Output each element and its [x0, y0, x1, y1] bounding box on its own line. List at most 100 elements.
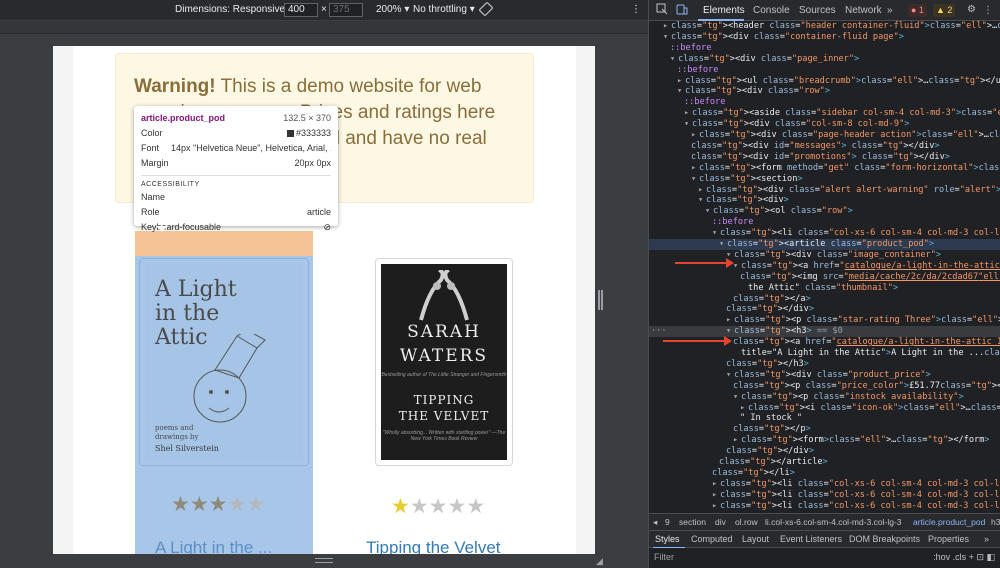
dom-node-row[interactable]: class="tg"></p>	[649, 424, 1000, 435]
dom-node-row[interactable]: ▸ class="tg"><i class="icon-ok">class="el…	[649, 403, 1000, 414]
dom-node-row[interactable]: ▸ class="tg"><form>class="ell">…class="tg…	[649, 435, 1000, 446]
dom-node-row[interactable]: ▾ class="tg"><div class="page_inner">	[649, 54, 1000, 65]
dom-node-row[interactable]: ▾ class="tg"><div class="col-sm-8 col-md-…	[649, 119, 1000, 130]
tab-event-listeners[interactable]: Event Listeners	[780, 531, 842, 547]
dom-node-row[interactable]: ▾ class="tg"><div class="container-fluid …	[649, 32, 1000, 43]
star-icon: ★	[227, 493, 247, 516]
throttling-dropdown[interactable]: No throttling ▾	[413, 4, 475, 15]
dimensions-dropdown[interactable]: Dimensions: Responsive ▾	[175, 4, 293, 15]
inspect-element-icon[interactable]	[656, 3, 668, 18]
expand-toggle-icon: ▸	[740, 402, 746, 413]
cover-illustration	[193, 334, 266, 423]
dom-node-row[interactable]: ▾ class="tg"><section>	[649, 174, 1000, 185]
dom-node-row[interactable]: ::before	[649, 65, 1000, 76]
star-icon: ★	[428, 495, 448, 518]
dom-node-row[interactable]: class="tg"></li>	[649, 468, 1000, 479]
dom-node-row[interactable]: ::before	[649, 97, 1000, 108]
error-count-badge[interactable]: ● 1	[908, 4, 927, 17]
rotate-icon[interactable]	[479, 2, 493, 19]
dom-node-row[interactable]: ▸ class="tg"><aside class="sidebar col-sm…	[649, 108, 1000, 119]
tooltip-name-label: Name	[141, 192, 166, 202]
dom-node-row[interactable]: class="tg"><p class="price_color">£51.77…	[649, 381, 1000, 392]
breadcrumb-back-icon[interactable]: ◂	[653, 514, 657, 530]
zoom-dropdown[interactable]: 200% ▾	[376, 4, 409, 15]
dom-node-row[interactable]: class="tg"><div id="messages"> class="tg…	[649, 141, 1000, 152]
expand-toggle-icon: ▸	[733, 435, 739, 446]
dom-node-row[interactable]: ▸ class="tg"><header class="header contai…	[649, 21, 1000, 32]
dom-node-row[interactable]: the Attic" class="thumbnail">	[649, 283, 1000, 294]
breadcrumb-item[interactable]: section	[679, 514, 706, 530]
expand-toggle-icon: ▸	[684, 108, 690, 119]
viewport-width-input[interactable]: 400	[284, 3, 318, 17]
device-toggle-icon[interactable]	[676, 3, 688, 18]
dom-node-row[interactable]: class="tg"></a>	[649, 294, 1000, 305]
styles-toolbar[interactable]: :hov .cls + ⊡ ◧	[933, 548, 995, 566]
dom-node-row[interactable]: ▸ class="tg"><div class="alert alert-warn…	[649, 185, 1000, 196]
devtools-menu-icon[interactable]: ⋮	[983, 5, 993, 16]
styles-filter-input[interactable]: Filter	[654, 548, 674, 566]
breadcrumb-item[interactable]: h3	[991, 514, 1000, 530]
dom-node-row[interactable]: ::before	[649, 43, 1000, 54]
tab-console[interactable]: Console	[753, 5, 790, 16]
dom-node-row[interactable]: ::before	[649, 217, 1000, 228]
resize-handle-bottom[interactable]	[315, 558, 333, 563]
tab-sources[interactable]: Sources	[799, 5, 836, 16]
warning-count-badge[interactable]: ▲ 2	[933, 4, 956, 17]
breadcrumb-item[interactable]: li.col-xs-6.col-sm-4.col-md-3.col-lg-3	[765, 514, 902, 530]
expand-toggle-icon: ▸	[698, 184, 704, 195]
dom-node-row[interactable]: ▾ class="tg"><div class="row">	[649, 86, 1000, 97]
tooltip-color-label: Color	[141, 128, 163, 138]
dom-node-row[interactable]: " In stock "	[649, 413, 1000, 424]
tab-styles[interactable]: Styles	[655, 531, 680, 547]
more-subtabs-icon[interactable]: »	[984, 531, 989, 547]
dom-node-row[interactable]: ▸ class="tg"><li class="col-xs-6 col-sm-4…	[649, 501, 1000, 512]
product-thumbnail-link[interactable]: SARAH WATERS Bestselling author of The Li…	[375, 258, 513, 466]
dom-node-row[interactable]: class="tg"></h3>	[649, 359, 1000, 370]
dom-node-row[interactable]: ▸ class="tg"><div class="page-header acti…	[649, 130, 1000, 141]
dom-node-row[interactable]: class="tg"><img src="media/cache/2c/da/2…	[649, 272, 1000, 283]
product-thumbnail-link[interactable]: A Light in the Attic poems and drawings …	[139, 258, 309, 466]
dom-node-row[interactable]: ▸ class="tg"><p class="star-rating Three"…	[649, 315, 1000, 326]
dom-node-row[interactable]: ▸ class="tg"><form method="get" class="fo…	[649, 163, 1000, 174]
viewport-height-input[interactable]: 375	[329, 3, 363, 17]
dom-node-row[interactable]: ▾ class="tg"><article class="product_pod"…	[649, 239, 1000, 250]
expand-toggle-icon: ▸	[691, 162, 697, 173]
dom-node-row[interactable]: class="tg"></article>	[649, 457, 1000, 468]
dom-node-row[interactable]: ▸ class="tg"><ul class="breadcrumb">class…	[649, 76, 1000, 87]
product-title-link[interactable]: A Light in the ...	[155, 538, 272, 554]
tab-dom-breakpoints[interactable]: DOM Breakpoints	[849, 531, 920, 547]
breadcrumb-item[interactable]: 9	[665, 514, 670, 530]
resize-corner-icon[interactable]: ◢	[596, 556, 603, 567]
tab-layout[interactable]: Layout	[742, 531, 769, 547]
more-tabs-icon[interactable]: »	[887, 5, 893, 16]
dom-node-row[interactable]: class="tg"><div id="promotions"> class="…	[649, 152, 1000, 163]
breadcrumb-item[interactable]: ol.row	[735, 514, 758, 530]
dom-node-row[interactable]: class="tg"></div>	[649, 446, 1000, 457]
breadcrumb-item[interactable]: div	[715, 514, 726, 530]
dom-node-row[interactable]: ··· ▾ class="tg"><h3> == $0	[649, 326, 1000, 338]
dom-node-row[interactable]: ▾ class="tg"><li class="col-xs-6 col-sm-4…	[649, 228, 1000, 239]
dom-node-row[interactable]: title="A Light in the Attic">A Light in …	[649, 348, 1000, 359]
product-title-link[interactable]: Tipping the Velvet	[366, 538, 501, 554]
dom-node-row[interactable]: ▾ class="tg"><p class="instock availabili…	[649, 392, 1000, 403]
dom-node-row[interactable]: class="tg"><a href="catalogue/a-light-in…	[649, 337, 1000, 348]
dom-node-row[interactable]: ▾ class="tg"><div class="image_container"…	[649, 250, 1000, 261]
tab-network[interactable]: Network	[845, 5, 882, 16]
settings-icon[interactable]: ⚙	[967, 4, 976, 15]
dom-node-row[interactable]: class="tg"></div>	[649, 304, 1000, 315]
expand-toggle-icon: ▾	[670, 53, 676, 64]
tab-properties[interactable]: Properties	[928, 531, 969, 547]
dom-node-row[interactable]: ▾ class="tg"><div>	[649, 195, 1000, 206]
expand-toggle-icon: ▸	[712, 478, 718, 489]
tab-computed[interactable]: Computed	[691, 531, 733, 547]
resize-handle-right[interactable]	[598, 290, 603, 310]
dom-node-row[interactable]: ▾ class="tg"><ol class="row">	[649, 206, 1000, 217]
dom-tree[interactable]: ▸ class="tg"><header class="header contai…	[649, 21, 1000, 513]
dom-node-row[interactable]: ▾ class="tg"><div class="product_price">	[649, 370, 1000, 381]
tab-elements[interactable]: Elements	[703, 5, 745, 16]
dom-node-row[interactable]: ▸ class="tg"><li class="col-xs-6 col-sm-4…	[649, 490, 1000, 501]
dom-node-row[interactable]: ▸ class="tg"><li class="col-xs-6 col-sm-4…	[649, 479, 1000, 490]
more-options-icon[interactable]: ⋮	[631, 4, 641, 15]
breadcrumb-item[interactable]: article.product_pod	[913, 514, 985, 530]
cover-photo	[419, 270, 469, 321]
